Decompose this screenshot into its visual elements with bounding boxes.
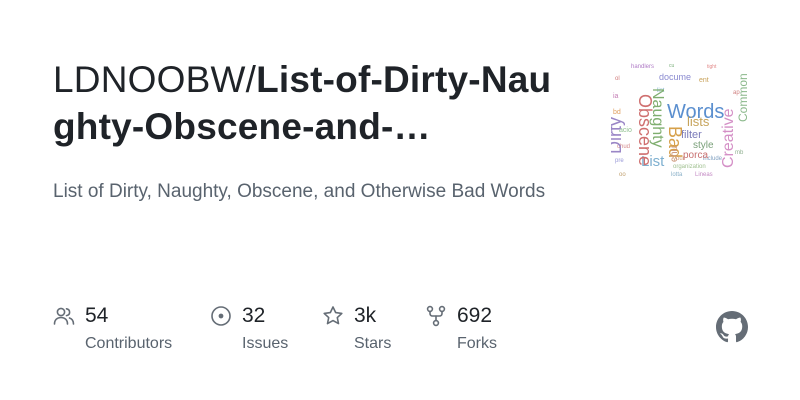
issue-opened-icon [210, 305, 232, 327]
svg-text:pre: pre [615, 158, 624, 164]
stars-label: Stars [354, 335, 392, 352]
repo-forked-icon [425, 305, 447, 327]
forks-label: Forks [457, 335, 497, 352]
svg-text:oo: oo [619, 172, 626, 178]
issues-label: Issues [242, 335, 289, 352]
stars-count: 3k [354, 304, 377, 327]
svg-text:handlers: handlers [631, 64, 654, 70]
contributors-label: Contributors [85, 335, 173, 352]
word-cloud-image: handlers cu tight ol docume ent ia list … [611, 58, 753, 182]
issues-count: 32 [242, 304, 266, 327]
svg-text:porca: porca [683, 150, 708, 161]
star-icon [322, 305, 344, 327]
repo-description: List of Dirty, Naughty, Obscene, and Oth… [53, 181, 546, 202]
svg-text:tight: tight [707, 64, 717, 70]
word-cloud-graphic: handlers cu tight ol docume ent ia list … [611, 63, 750, 178]
svg-text:Creative: Creative [720, 108, 737, 168]
svg-text:Common: Common [736, 73, 750, 122]
repo-owner[interactable]: LDNOOBW/ [53, 59, 256, 100]
svg-text:organization: organization [673, 164, 706, 170]
svg-text:Obscene: Obscene [635, 94, 655, 166]
social-preview-card: LDNOOBW/List-of-Dirty-Naughty-Obscene-an… [0, 0, 800, 400]
svg-text:chu: chu [669, 146, 680, 162]
svg-text:lists: lists [687, 114, 710, 129]
svg-text:ent: ent [699, 77, 709, 84]
svg-text:ol: ol [615, 76, 620, 82]
contributors-count: 54 [85, 304, 109, 327]
github-logo-icon[interactable] [716, 311, 748, 343]
svg-text:Dirty: Dirty [611, 117, 625, 154]
forks-count: 692 [457, 304, 493, 327]
svg-text:docume: docume [659, 72, 691, 82]
svg-text:bd: bd [613, 109, 621, 116]
svg-text:cu: cu [669, 63, 675, 69]
svg-text:ia: ia [613, 93, 619, 100]
people-icon [53, 305, 75, 327]
svg-text:lotta: lotta [671, 172, 683, 178]
repo-title[interactable]: LDNOOBW/List-of-Dirty-Naughty-Obscene-an… [53, 56, 573, 150]
svg-text:Lineas: Lineas [695, 172, 713, 178]
